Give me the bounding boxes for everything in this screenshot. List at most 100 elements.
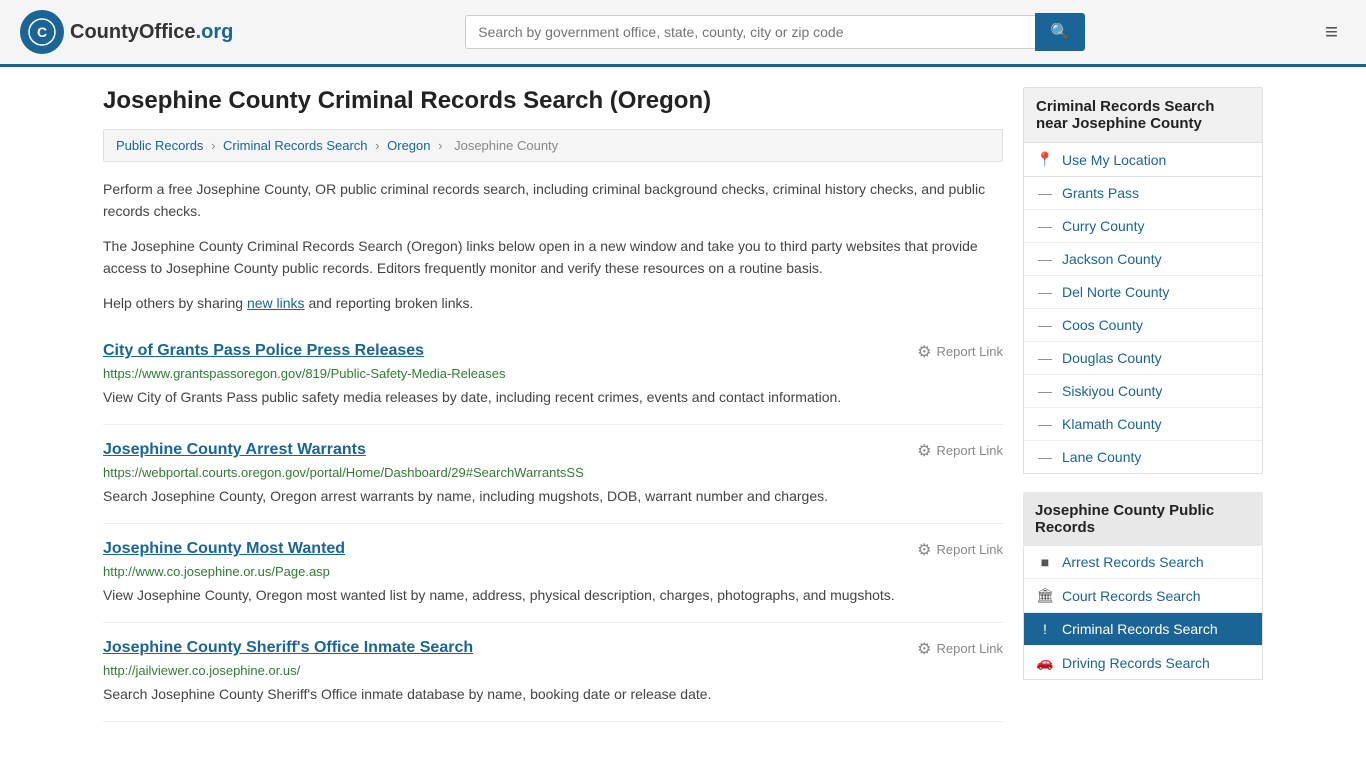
result-header-2: Josephine County Most Wanted ⚙ Report Li… <box>103 540 1003 560</box>
result-title-0[interactable]: City of Grants Pass Police Press Release… <box>103 342 424 360</box>
description-3: Help others by sharing new links and rep… <box>103 292 1003 314</box>
description-1: Perform a free Josephine County, OR publ… <box>103 178 1003 223</box>
result-header-0: City of Grants Pass Police Press Release… <box>103 342 1003 362</box>
report-link-1[interactable]: ⚙ Report Link <box>917 441 1003 461</box>
report-icon-3: ⚙ <box>917 639 931 659</box>
pr-link-0[interactable]: ■Arrest Records Search <box>1024 546 1262 578</box>
pr-icon-1: 🏛 <box>1036 587 1054 604</box>
nearby-item-7[interactable]: —Klamath County <box>1024 408 1262 441</box>
link-icon: — <box>1036 251 1054 267</box>
result-title-2[interactable]: Josephine County Most Wanted <box>103 540 345 558</box>
report-icon-0: ⚙ <box>917 342 931 362</box>
pr-item-1[interactable]: 🏛Court Records Search <box>1024 579 1262 613</box>
nearby-item-6[interactable]: —Siskiyou County <box>1024 375 1262 408</box>
result-title-3[interactable]: Josephine County Sheriff's Office Inmate… <box>103 639 473 657</box>
nearby-link-7[interactable]: —Klamath County <box>1024 408 1262 440</box>
result-url-1: https://webportal.courts.oregon.gov/port… <box>103 465 1003 480</box>
nearby-links-list: 📍 Use My Location <box>1023 143 1263 177</box>
nearby-item-0[interactable]: —Grants Pass <box>1024 177 1262 210</box>
report-icon-1: ⚙ <box>917 441 931 461</box>
nearby-item-5[interactable]: —Douglas County <box>1024 342 1262 375</box>
result-header-1: Josephine County Arrest Warrants ⚙ Repor… <box>103 441 1003 461</box>
pr-icon-2: ! <box>1036 621 1054 637</box>
search-icon: 🔍 <box>1050 24 1070 41</box>
menu-icon: ≡ <box>1325 19 1338 44</box>
nearby-link-5[interactable]: —Douglas County <box>1024 342 1262 374</box>
header-right: ≡ <box>1317 15 1346 49</box>
logo-icon: C <box>20 10 64 54</box>
breadcrumb-public-records[interactable]: Public Records <box>116 138 203 153</box>
report-link-2[interactable]: ⚙ Report Link <box>917 540 1003 560</box>
search-input[interactable] <box>465 15 1035 49</box>
nearby-item-2[interactable]: —Jackson County <box>1024 243 1262 276</box>
result-desc-1: Search Josephine County, Oregon arrest w… <box>103 486 1003 507</box>
nearby-item-8[interactable]: —Lane County <box>1024 441 1262 473</box>
result-item: City of Grants Pass Police Press Release… <box>103 326 1003 425</box>
public-records-links-list: ■Arrest Records Search🏛Court Records Sea… <box>1023 546 1263 680</box>
nearby-link-3[interactable]: —Del Norte County <box>1024 276 1262 308</box>
nearby-link-2[interactable]: —Jackson County <box>1024 243 1262 275</box>
report-link-0[interactable]: ⚙ Report Link <box>917 342 1003 362</box>
pr-link-1[interactable]: 🏛Court Records Search <box>1024 579 1262 612</box>
logo-text: CountyOffice.org <box>70 21 233 44</box>
svg-text:C: C <box>37 24 47 40</box>
breadcrumb: Public Records › Criminal Records Search… <box>103 129 1003 162</box>
link-icon: — <box>1036 383 1054 399</box>
link-icon: — <box>1036 416 1054 432</box>
result-url-3: http://jailviewer.co.josephine.or.us/ <box>103 663 1003 678</box>
pr-link-3[interactable]: 🚗Driving Records Search <box>1024 646 1262 679</box>
nearby-link-4[interactable]: —Coos County <box>1024 309 1262 341</box>
location-icon: 📍 <box>1036 151 1054 168</box>
report-link-3[interactable]: ⚙ Report Link <box>917 639 1003 659</box>
nearby-link-1[interactable]: —Curry County <box>1024 210 1262 242</box>
public-records-section-title: Josephine County Public Records <box>1023 492 1263 546</box>
nearby-item-1[interactable]: —Curry County <box>1024 210 1262 243</box>
page-title: Josephine County Criminal Records Search… <box>103 87 1003 115</box>
content-area: Josephine County Criminal Records Search… <box>103 87 1003 722</box>
report-label-3: Report Link <box>937 641 1003 656</box>
report-label-1: Report Link <box>937 443 1003 458</box>
site-header: C CountyOffice.org 🔍 ≡ <box>0 0 1366 67</box>
near-section-title: Criminal Records Search near Josephine C… <box>1023 87 1263 143</box>
menu-button[interactable]: ≡ <box>1317 15 1346 49</box>
result-item: Josephine County Most Wanted ⚙ Report Li… <box>103 524 1003 623</box>
nearby-item-3[interactable]: —Del Norte County <box>1024 276 1262 309</box>
pr-item-2[interactable]: !Criminal Records Search <box>1024 613 1262 646</box>
logo-area[interactable]: C CountyOffice.org <box>20 10 233 54</box>
report-label-2: Report Link <box>937 542 1003 557</box>
result-title-1[interactable]: Josephine County Arrest Warrants <box>103 441 366 459</box>
pr-item-0[interactable]: ■Arrest Records Search <box>1024 546 1262 579</box>
result-url-2: http://www.co.josephine.or.us/Page.asp <box>103 564 1003 579</box>
link-icon: — <box>1036 449 1054 465</box>
search-button[interactable]: 🔍 <box>1035 13 1085 51</box>
new-links-link[interactable]: new links <box>247 295 305 311</box>
breadcrumb-oregon[interactable]: Oregon <box>387 138 430 153</box>
nearby-link-6[interactable]: —Siskiyou County <box>1024 375 1262 407</box>
result-header-3: Josephine County Sheriff's Office Inmate… <box>103 639 1003 659</box>
use-location-link[interactable]: 📍 Use My Location <box>1024 143 1262 176</box>
breadcrumb-current: Josephine County <box>454 138 558 153</box>
pr-link-2[interactable]: !Criminal Records Search <box>1024 613 1262 645</box>
result-desc-3: Search Josephine County Sheriff's Office… <box>103 684 1003 705</box>
nearby-link-8[interactable]: —Lane County <box>1024 441 1262 473</box>
link-icon: — <box>1036 284 1054 300</box>
nearby-county-list: —Grants Pass—Curry County—Jackson County… <box>1023 177 1263 474</box>
sidebar: Criminal Records Search near Josephine C… <box>1023 87 1263 722</box>
result-desc-2: View Josephine County, Oregon most wante… <box>103 585 1003 606</box>
report-icon-2: ⚙ <box>917 540 931 560</box>
search-area: 🔍 <box>465 13 1085 51</box>
breadcrumb-criminal-records[interactable]: Criminal Records Search <box>223 138 368 153</box>
nearby-link-0[interactable]: —Grants Pass <box>1024 177 1262 209</box>
description-2: The Josephine County Criminal Records Se… <box>103 235 1003 280</box>
link-icon: — <box>1036 218 1054 234</box>
use-location-item[interactable]: 📍 Use My Location <box>1024 143 1262 176</box>
nearby-item-4[interactable]: —Coos County <box>1024 309 1262 342</box>
result-url-0: https://www.grantspassoregon.gov/819/Pub… <box>103 366 1003 381</box>
link-icon: — <box>1036 185 1054 201</box>
pr-icon-0: ■ <box>1036 554 1054 570</box>
link-icon: — <box>1036 317 1054 333</box>
pr-item-3[interactable]: 🚗Driving Records Search <box>1024 646 1262 679</box>
results-list: City of Grants Pass Police Press Release… <box>103 326 1003 722</box>
result-item: Josephine County Sheriff's Office Inmate… <box>103 623 1003 722</box>
pr-icon-3: 🚗 <box>1036 654 1054 671</box>
